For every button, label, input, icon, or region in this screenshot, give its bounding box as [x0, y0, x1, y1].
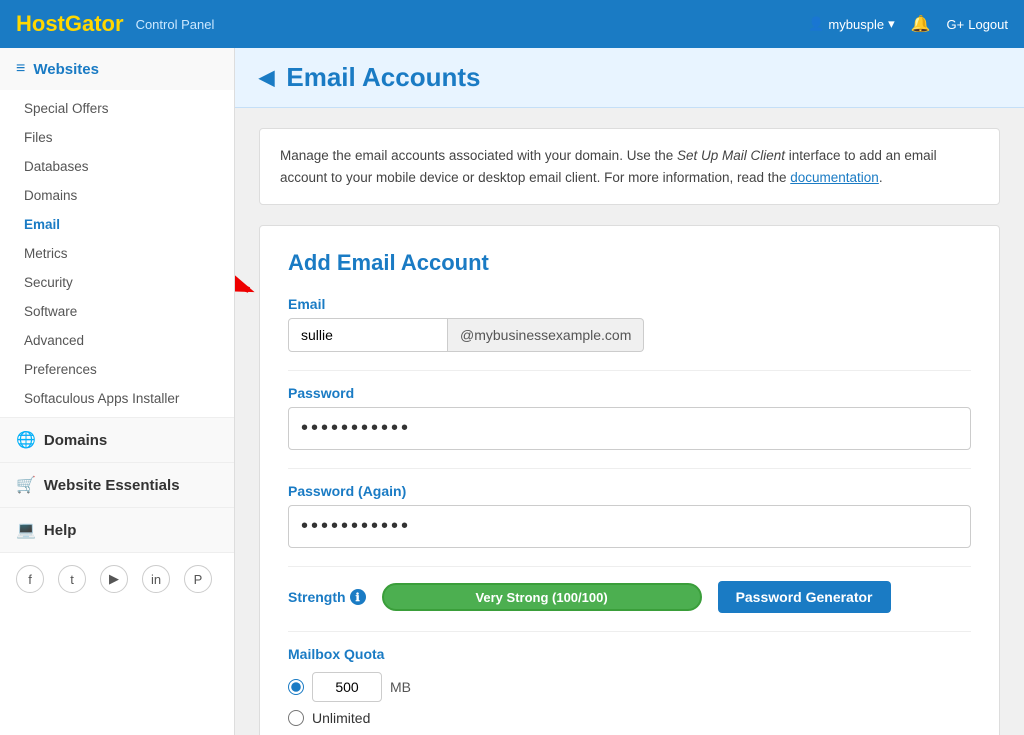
info-italic: Set Up Mail Client [677, 148, 785, 163]
quota-radio-row: MB [288, 672, 971, 702]
sidebar-section-label-essentials: Website Essentials [44, 477, 180, 494]
password-again-label: Password (Again) [288, 483, 971, 499]
password-generator-button[interactable]: Password Generator [718, 581, 891, 613]
unlimited-radio-row: Unlimited [288, 710, 971, 726]
quota-radio-unlimited[interactable] [288, 710, 304, 726]
divider-1 [288, 370, 971, 371]
sidebar-section-header-website-essentials[interactable]: 🛒 Website Essentials [0, 463, 234, 507]
strength-text-label: Strength [288, 589, 346, 605]
quota-value-input[interactable] [312, 672, 382, 702]
content-area: Manage the email accounts associated wit… [235, 108, 1024, 735]
divider-3 [288, 566, 971, 567]
email-domain-display: @mybusinessexample.com [448, 318, 644, 352]
sidebar-item-advanced[interactable]: Advanced [0, 326, 234, 355]
add-email-form: Add Email Account Email @mybusinessexamp… [259, 225, 1000, 735]
sidebar-item-softaculous[interactable]: Softaculous Apps Installer [0, 384, 234, 413]
sidebar-section-label-domains: Domains [44, 432, 107, 449]
password-label: Password [288, 385, 971, 401]
sidebar-section-label-help: Help [44, 522, 77, 539]
back-button[interactable]: ◀ [259, 65, 274, 90]
unlimited-label: Unlimited [312, 710, 370, 726]
domains-globe-icon: 🌐 [16, 430, 36, 450]
sidebar-section-websites: ≡ Websites Special Offers Files Database… [0, 48, 234, 418]
logout-label: Logout [968, 17, 1008, 32]
sidebar-section-header-help[interactable]: 💻 Help [0, 508, 234, 552]
sidebar-section-label-websites: Websites [33, 61, 99, 78]
sidebar-item-files[interactable]: Files [0, 123, 234, 152]
password-again-group: Password (Again) [288, 483, 971, 548]
brand-area: HostGator Control Panel [16, 11, 214, 37]
top-navigation: HostGator Control Panel 👤 mybusple ▾ 🔔 G… [0, 0, 1024, 48]
sidebar-section-header-websites[interactable]: ≡ Websites [0, 48, 234, 90]
user-icon: 👤 [808, 16, 824, 32]
sidebar-section-help: 💻 Help [0, 508, 234, 553]
main-content: ◀ Email Accounts Manage the email accoun… [235, 48, 1024, 735]
linkedin-icon[interactable]: in [142, 565, 170, 593]
divider-4 [288, 631, 971, 632]
quota-radio-mb[interactable] [288, 679, 304, 695]
strength-label: Strength ℹ [288, 589, 366, 605]
form-card-wrapper: Add Email Account Email @mybusinessexamp… [259, 225, 1000, 735]
sidebar-item-security[interactable]: Security [0, 268, 234, 297]
mailbox-quota-label: Mailbox Quota [288, 646, 971, 662]
user-menu[interactable]: 👤 mybusple ▾ [808, 16, 894, 32]
email-row: @mybusinessexample.com [288, 318, 971, 352]
quota-unit-label: MB [390, 679, 411, 695]
strength-bar-container: Very Strong (100/100) [382, 583, 702, 611]
password-group: Password [288, 385, 971, 450]
sidebar-section-domains: 🌐 Domains [0, 418, 234, 463]
sidebar-item-software[interactable]: Software [0, 297, 234, 326]
sidebar-item-email[interactable]: Email [0, 210, 234, 239]
sidebar-item-metrics[interactable]: Metrics [0, 239, 234, 268]
social-links: f t ▶ in P [0, 553, 234, 605]
sidebar-section-header-domains[interactable]: 🌐 Domains [0, 418, 234, 462]
sidebar: ≡ Websites Special Offers Files Database… [0, 48, 235, 735]
brand-subtitle: Control Panel [136, 17, 215, 32]
sidebar-item-special-offers[interactable]: Special Offers [0, 94, 234, 123]
info-text-1: Manage the email accounts associated wit… [280, 148, 677, 163]
websites-items: Special Offers Files Databases Domains E… [0, 90, 234, 417]
dropdown-icon: ▾ [888, 16, 895, 32]
sidebar-section-website-essentials: 🛒 Website Essentials [0, 463, 234, 508]
email-local-input[interactable] [288, 318, 448, 352]
twitter-icon[interactable]: t [58, 565, 86, 593]
strength-row: Strength ℹ Very Strong (100/100) Passwor… [288, 581, 971, 613]
sidebar-item-preferences[interactable]: Preferences [0, 355, 234, 384]
facebook-icon[interactable]: f [16, 565, 44, 593]
email-local-wrapper [288, 318, 448, 352]
sidebar-item-databases[interactable]: Databases [0, 152, 234, 181]
strength-bar: Very Strong (100/100) [382, 583, 702, 611]
strength-bar-text: Very Strong (100/100) [475, 590, 607, 605]
password-again-input[interactable] [288, 505, 971, 548]
websites-icon: ≡ [16, 60, 25, 78]
pinterest-icon[interactable]: P [184, 565, 212, 593]
info-box: Manage the email accounts associated wit… [259, 128, 1000, 205]
notifications-icon[interactable]: 🔔 [911, 14, 931, 34]
youtube-icon[interactable]: ▶ [100, 565, 128, 593]
form-title: Add Email Account [288, 250, 971, 276]
email-group: Email @mybusinessexample.com [288, 296, 971, 352]
password-input[interactable] [288, 407, 971, 450]
email-label: Email [288, 296, 971, 312]
mailbox-quota-group: Mailbox Quota MB Unlimited [288, 646, 971, 726]
top-nav-right: 👤 mybusple ▾ 🔔 G+ Logout [808, 14, 1008, 34]
strength-info-icon[interactable]: ℹ [350, 589, 366, 605]
main-layout: ≡ Websites Special Offers Files Database… [0, 48, 1024, 735]
essentials-cart-icon: 🛒 [16, 475, 36, 495]
google-icon: G+ [947, 17, 965, 32]
logout-button[interactable]: G+ Logout [947, 17, 1008, 32]
page-title: Email Accounts [286, 62, 480, 93]
info-text-3: . [879, 170, 883, 185]
sidebar-item-domains[interactable]: Domains [0, 181, 234, 210]
username-label: mybusple [828, 17, 884, 32]
divider-2 [288, 468, 971, 469]
documentation-link[interactable]: documentation [790, 170, 879, 185]
page-header: ◀ Email Accounts [235, 48, 1024, 108]
brand-logo: HostGator [16, 11, 124, 37]
help-icon: 💻 [16, 520, 36, 540]
